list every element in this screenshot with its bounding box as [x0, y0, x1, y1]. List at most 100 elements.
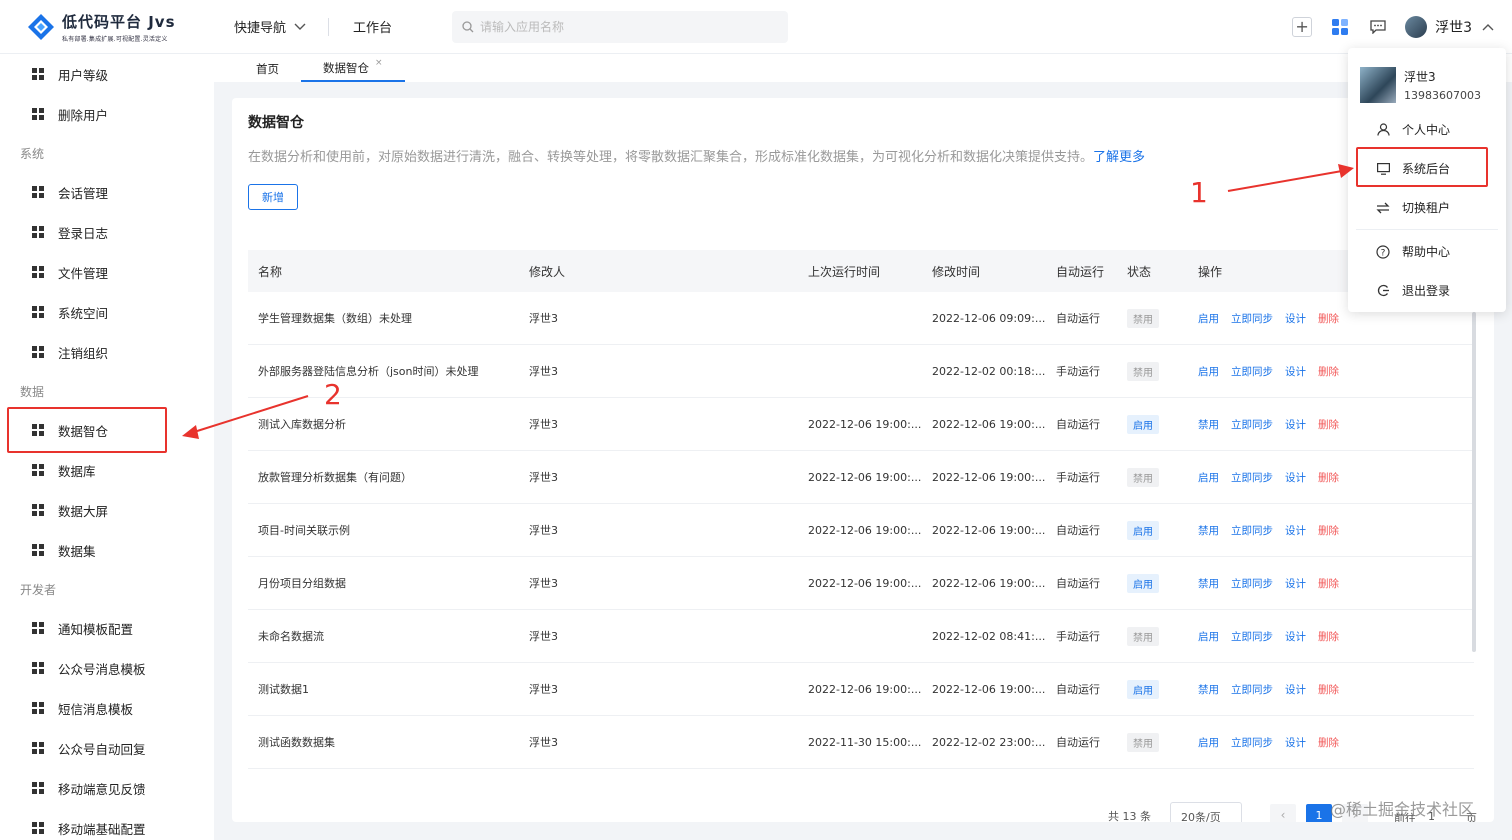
grid-icon [32, 68, 44, 80]
user-name[interactable]: 浮世3 [1435, 17, 1472, 37]
design-button[interactable]: 设计 [1285, 682, 1306, 697]
tab-data-warehouse[interactable]: 数据智仓 × [301, 56, 405, 82]
status-badge: 启用 [1127, 573, 1159, 593]
message-icon[interactable] [1367, 16, 1389, 38]
user-icon [1376, 123, 1390, 136]
page-tabs: 首页 数据智仓 × [214, 54, 1512, 82]
grid-icon [32, 346, 44, 358]
grid-icon [32, 822, 44, 834]
sidebar-item-dataset[interactable]: 数据集 [0, 530, 214, 570]
sidebar-item-mp-autoreply[interactable]: 公众号自动回复 [0, 728, 214, 768]
menu-item-logout[interactable]: 退出登录 [1348, 271, 1506, 310]
logo[interactable]: 低代码平台 Jvs 私有部署.集成扩展.可视配置.灵活定义 [0, 11, 200, 43]
delete-button[interactable]: 删除 [1318, 470, 1339, 485]
design-button[interactable]: 设计 [1285, 523, 1306, 538]
sync-button[interactable]: 立即同步 [1231, 523, 1273, 538]
delete-button[interactable]: 删除 [1318, 523, 1339, 538]
delete-button[interactable]: 删除 [1318, 735, 1339, 750]
close-icon[interactable]: × [375, 58, 383, 68]
menu-item-personal-center[interactable]: 个人中心 [1348, 110, 1506, 149]
search-input[interactable] [480, 19, 771, 34]
grid-icon [32, 504, 44, 516]
delete-button[interactable]: 删除 [1318, 364, 1339, 379]
sidebar-item-mobile-config[interactable]: 移动端基础配置 [0, 808, 214, 840]
toggle-button[interactable]: 禁用 [1198, 682, 1219, 697]
sync-button[interactable]: 立即同步 [1231, 735, 1273, 750]
toggle-button[interactable]: 禁用 [1198, 417, 1219, 432]
cell-modified: 2022-12-02 00:18:... [932, 364, 1046, 378]
sync-button[interactable]: 立即同步 [1231, 629, 1273, 644]
toggle-button[interactable]: 启用 [1198, 735, 1219, 750]
cell-modifier: 浮世3 [529, 418, 558, 431]
sidebar-item-login-log[interactable]: 登录日志 [0, 212, 214, 252]
table-scrollbar[interactable] [1472, 312, 1476, 652]
design-button[interactable]: 设计 [1285, 311, 1306, 326]
current-page[interactable]: 1 [1306, 804, 1332, 822]
cell-modifier: 浮世3 [529, 365, 558, 378]
toggle-button[interactable]: 启用 [1198, 311, 1219, 326]
sidebar-item-database[interactable]: 数据库 [0, 450, 214, 490]
sidebar-item-sessions[interactable]: 会话管理 [0, 172, 214, 212]
design-button[interactable]: 设计 [1285, 417, 1306, 432]
cell-run-mode: 手动运行 [1056, 471, 1100, 484]
sync-button[interactable]: 立即同步 [1231, 417, 1273, 432]
page-size-select[interactable]: 20条/页 [1170, 802, 1242, 822]
design-button[interactable]: 设计 [1285, 576, 1306, 591]
sidebar-item-cancel-org[interactable]: 注销组织 [0, 332, 214, 372]
delete-button[interactable]: 删除 [1318, 311, 1339, 326]
sidebar-item-label: 公众号自动回复 [58, 741, 146, 757]
sidebar-item-mp-template[interactable]: 公众号消息模板 [0, 648, 214, 688]
design-button[interactable]: 设计 [1285, 470, 1306, 485]
add-button[interactable]: + [1291, 16, 1313, 38]
delete-button[interactable]: 删除 [1318, 629, 1339, 644]
cell-actions: 禁用 立即同步 设计 删除 [1198, 417, 1398, 432]
sync-button[interactable]: 立即同步 [1231, 470, 1273, 485]
chevron-up-icon[interactable] [1482, 23, 1494, 31]
cell-modifier: 浮世3 [529, 736, 558, 749]
sidebar-item-delete-user[interactable]: 删除用户 [0, 94, 214, 134]
sync-button[interactable]: 立即同步 [1231, 576, 1273, 591]
sync-button[interactable]: 立即同步 [1231, 682, 1273, 697]
prev-page-button[interactable]: ‹ [1270, 804, 1296, 822]
sidebar-item-system-space[interactable]: 系统空间 [0, 292, 214, 332]
apps-icon[interactable] [1329, 16, 1351, 38]
sidebar-group-dev: 开发者 [20, 582, 57, 597]
cell-actions: 禁用 立即同步 设计 删除 [1198, 523, 1398, 538]
sync-button[interactable]: 立即同步 [1231, 364, 1273, 379]
design-button[interactable]: 设计 [1285, 735, 1306, 750]
menu-item-switch-tenant[interactable]: 切换租户 [1348, 188, 1506, 227]
cell-status: 禁用 [1127, 732, 1198, 752]
sidebar-item-user-level[interactable]: 用户等级 [0, 54, 214, 94]
app-search[interactable] [452, 10, 789, 43]
menu-item-help[interactable]: ? 帮助中心 [1348, 232, 1506, 271]
toggle-button[interactable]: 启用 [1198, 470, 1219, 485]
toggle-button[interactable]: 禁用 [1198, 576, 1219, 591]
tab-home[interactable]: 首页 [234, 56, 301, 82]
sidebar-item-mobile-feedback[interactable]: 移动端意见反馈 [0, 768, 214, 808]
avatar[interactable] [1405, 16, 1428, 38]
delete-button[interactable]: 删除 [1318, 576, 1339, 591]
delete-button[interactable]: 删除 [1318, 417, 1339, 432]
menu-item-label: 帮助中心 [1402, 245, 1451, 259]
cell-modifier: 浮世3 [529, 312, 558, 325]
sidebar-item-notify-template[interactable]: 通知模板配置 [0, 608, 214, 648]
design-button[interactable]: 设计 [1285, 629, 1306, 644]
sync-button[interactable]: 立即同步 [1231, 311, 1273, 326]
table-row: 月份项目分组数据 浮世3 2022-12-06 19:00:... 2022-12-0… [248, 557, 1474, 610]
cell-modifier: 浮世3 [529, 524, 558, 537]
add-new-button[interactable]: 新增 [248, 184, 298, 210]
design-button[interactable]: 设计 [1285, 364, 1306, 379]
toggle-button[interactable]: 禁用 [1198, 523, 1219, 538]
toggle-button[interactable]: 启用 [1198, 629, 1219, 644]
workbench-link[interactable]: 工作台 [353, 17, 392, 36]
grid-icon [32, 662, 44, 674]
cell-name: 学生管理数据集（数组）未处理 [258, 312, 412, 325]
toggle-button[interactable]: 启用 [1198, 364, 1219, 379]
delete-button[interactable]: 删除 [1318, 682, 1339, 697]
sidebar-item-files[interactable]: 文件管理 [0, 252, 214, 292]
quick-nav-menu[interactable]: 快捷导航 [234, 17, 306, 36]
sidebar-item-data-screen[interactable]: 数据大屏 [0, 490, 214, 530]
learn-more-link[interactable]: 了解更多 [1093, 150, 1145, 165]
sidebar-item-sms-template[interactable]: 短信消息模板 [0, 688, 214, 728]
cell-modified: 2022-12-06 09:09:... [932, 311, 1046, 325]
